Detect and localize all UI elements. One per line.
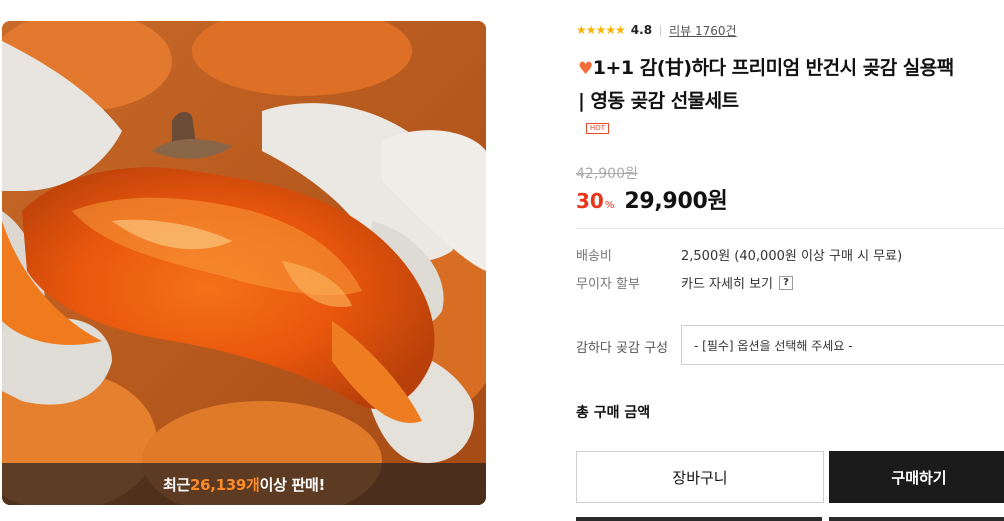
product-title-line1: 1+1 감(甘)하다 프리미엄 반건시 곶감 실용팩 — [592, 57, 955, 79]
sales-count: 26,139개 — [189, 475, 260, 494]
buy-now-button[interactable]: 구매하기 — [829, 451, 1004, 503]
partial-button-edge — [576, 517, 822, 521]
star-rating-icon: ★★★★★ — [576, 23, 626, 37]
shipping-row: 배송비 2,500원 (40,000원 이상 구매 시 무료) — [576, 245, 902, 264]
discount-percent-sign: % — [604, 200, 615, 211]
help-icon[interactable]: ? — [779, 275, 793, 290]
option-label: 감하다 곶감 구성 — [576, 341, 668, 356]
sales-suffix: 이상 판매! — [259, 475, 326, 494]
partial-button-edge — [829, 517, 1004, 521]
product-info-panel: ★★★★★ 4.8 리뷰 1760건 ♥1+1 감(甘)하다 프리미엄 반건시 … — [576, 0, 1004, 521]
installment-row: 무이자 할부 카드 자세히 보기 ? — [576, 273, 793, 292]
card-details-link[interactable]: 카드 자세히 보기 — [681, 273, 773, 292]
shipping-value: 2,500원 (40,000원 이상 구매 시 무료) — [681, 249, 903, 264]
divider — [660, 24, 662, 36]
heart-icon: ♥ — [578, 59, 593, 79]
product-detail-page: 최근 26,139개 이상 판매! ★★★★★ 4.8 리뷰 1760건 ♥1+… — [0, 0, 1004, 521]
rating-row: ★★★★★ 4.8 리뷰 1760건 — [576, 21, 737, 39]
total-price-label: 총 구매 금액 — [576, 405, 651, 421]
rating-score: 4.8 — [630, 23, 653, 37]
dried-persimmon-photo — [2, 21, 486, 505]
discount-rate: 30 — [576, 189, 604, 213]
option-select-placeholder: - [필수] 옵션을 선택해 주세요 - — [694, 338, 853, 353]
option-select[interactable]: - [필수] 옵션을 선택해 주세요 - — [681, 325, 1004, 365]
review-count-link[interactable]: 리뷰 1760건 — [669, 22, 736, 39]
price-row: 30 % 29,900원 — [576, 183, 728, 215]
section-divider — [576, 228, 1004, 229]
product-image[interactable]: 최근 26,139개 이상 판매! — [2, 21, 486, 505]
sales-prefix: 최근 — [162, 475, 190, 494]
original-price: 42,900원 — [576, 166, 638, 182]
product-title-line2: | 영동 곶감 선물세트 — [578, 90, 739, 112]
product-title: ♥1+1 감(甘)하다 프리미엄 반건시 곶감 실용팩 | 영동 곶감 선물세트 — [578, 52, 1004, 117]
installment-label: 무이자 할부 — [576, 277, 640, 292]
final-price: 29,900원 — [624, 189, 728, 214]
shipping-label: 배송비 — [576, 249, 612, 264]
sales-count-banner: 최근 26,139개 이상 판매! — [2, 463, 486, 505]
hot-badge: HOT — [586, 123, 610, 134]
add-to-cart-button[interactable]: 장바구니 — [576, 451, 824, 503]
